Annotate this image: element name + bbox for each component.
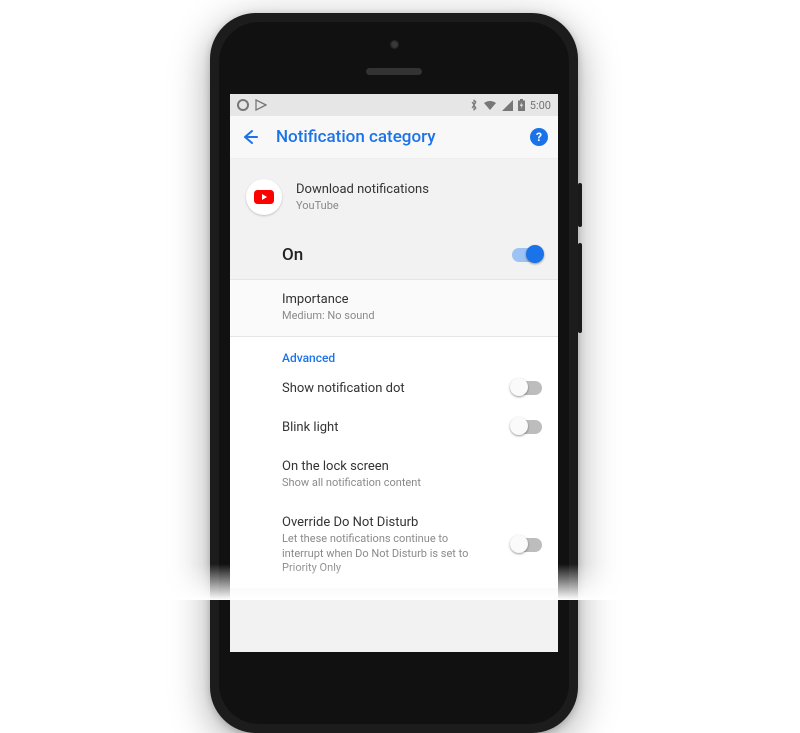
bluetooth-icon <box>470 99 478 111</box>
volume-button <box>578 243 582 333</box>
help-icon[interactable]: ? <box>530 128 548 146</box>
override-dnd-desc: Let these notifications continue to inte… <box>282 532 482 577</box>
notification-dot-row[interactable]: Show notification dot <box>230 369 558 408</box>
blink-light-switch[interactable] <box>512 420 542 434</box>
circle-status-icon <box>237 99 249 111</box>
youtube-app-icon <box>246 179 282 215</box>
back-arrow-icon[interactable] <box>240 127 260 147</box>
lock-screen-row[interactable]: On the lock screen Show all notification… <box>230 447 558 503</box>
importance-value: Medium: No sound <box>282 309 482 324</box>
override-dnd-row[interactable]: Override Do Not Disturb Let these notifi… <box>230 503 558 589</box>
wifi-icon <box>483 100 497 111</box>
front-camera <box>390 40 399 49</box>
advanced-header: Advanced <box>230 337 558 369</box>
override-dnd-switch[interactable] <box>512 538 542 552</box>
channel-title: Download notifications <box>296 182 429 197</box>
battery-icon <box>518 99 525 111</box>
blink-light-row[interactable]: Blink light <box>230 408 558 447</box>
master-toggle-label: On <box>282 245 512 265</box>
notification-dot-title: Show notification dot <box>282 381 512 396</box>
page-title: Notification category <box>276 127 514 147</box>
phone-frame: 5:00 Notification category ? Download no… <box>210 13 578 733</box>
master-switch[interactable] <box>512 248 542 262</box>
importance-title: Importance <box>282 292 542 307</box>
app-bar: Notification category ? <box>230 116 558 159</box>
importance-row[interactable]: Importance Medium: No sound <box>230 280 558 336</box>
screen: 5:00 Notification category ? Download no… <box>230 94 558 652</box>
channel-app-name: YouTube <box>296 199 429 212</box>
override-dnd-title: Override Do Not Disturb <box>282 515 512 530</box>
status-bar: 5:00 <box>230 94 558 116</box>
power-button <box>578 183 582 227</box>
speaker-grille <box>366 68 422 75</box>
lock-screen-title: On the lock screen <box>282 459 542 474</box>
play-store-icon <box>255 99 267 111</box>
channel-header: Download notifications YouTube <box>230 159 558 233</box>
lock-screen-value: Show all notification content <box>282 476 482 491</box>
notification-dot-switch[interactable] <box>512 381 542 395</box>
blink-light-title: Blink light <box>282 420 512 435</box>
cell-signal-icon <box>502 100 513 111</box>
status-time: 5:00 <box>530 99 551 112</box>
master-toggle-row[interactable]: On <box>230 233 558 280</box>
